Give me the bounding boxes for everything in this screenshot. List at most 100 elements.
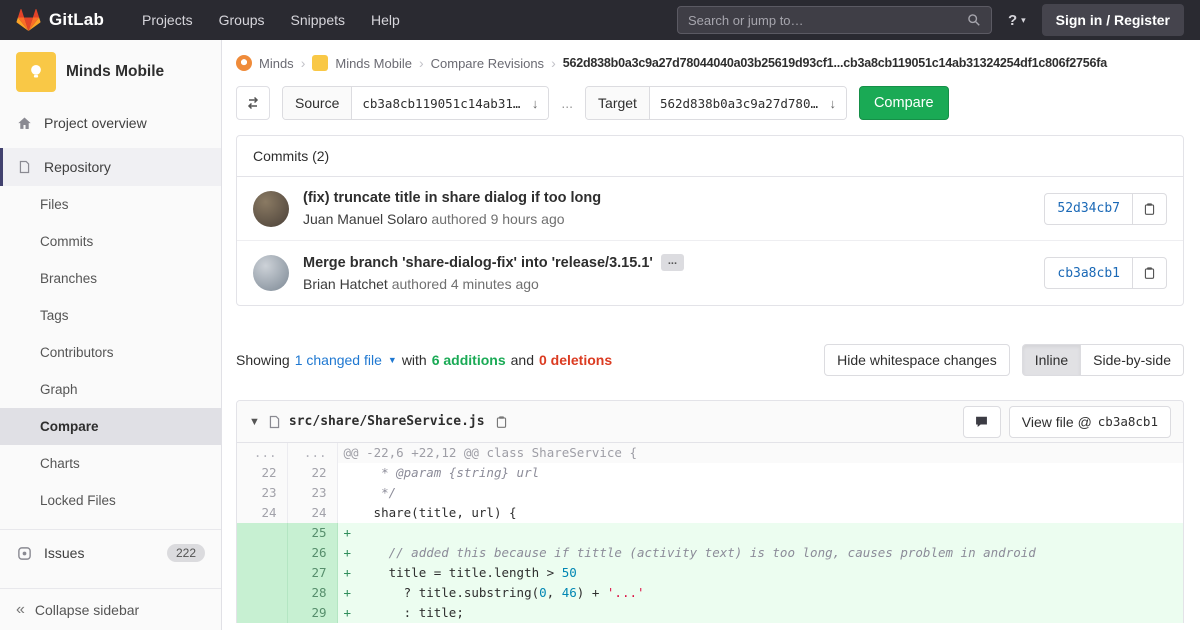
old-line-number[interactable] bbox=[237, 523, 288, 543]
commit-author-link[interactable]: Juan Manuel Solaro bbox=[303, 211, 428, 227]
copy-path-button[interactable] bbox=[493, 413, 510, 431]
sign-in-button[interactable]: Sign in / Register bbox=[1041, 4, 1184, 36]
sidebar-item-issues[interactable]: Issues 222 bbox=[0, 534, 221, 572]
breadcrumb-group-link[interactable]: Minds bbox=[259, 56, 294, 71]
new-line-number[interactable]: 26 bbox=[287, 543, 338, 563]
side-by-side-view-button[interactable]: Side-by-side bbox=[1081, 344, 1184, 376]
navbar-links: Projects Groups Snippets Help bbox=[142, 12, 400, 28]
diff-sign bbox=[344, 483, 359, 503]
sidebar-item-graph[interactable]: Graph bbox=[0, 371, 221, 408]
hide-whitespace-button[interactable]: Hide whitespace changes bbox=[824, 344, 1010, 376]
view-file-label: View file @ bbox=[1021, 413, 1092, 430]
sidebar-item-compare[interactable]: Compare bbox=[0, 408, 221, 445]
sidebar-nav: Project overview Repository Files Commits… bbox=[0, 104, 221, 588]
target-ref-dropdown[interactable]: 562d838b0a3c9a27d780… ↓ bbox=[649, 87, 846, 119]
sidebar-item-tags[interactable]: Tags bbox=[0, 297, 221, 334]
code-segment: 50 bbox=[561, 565, 577, 580]
diff-sign: + bbox=[343, 525, 352, 540]
project-avatar[interactable] bbox=[16, 52, 56, 92]
new-line-number[interactable]: 22 bbox=[287, 463, 338, 483]
project-avatar-small[interactable] bbox=[312, 55, 329, 71]
avatar[interactable] bbox=[253, 255, 289, 291]
range-separator: ... bbox=[561, 95, 574, 111]
gitlab-logo[interactable]: GitLab bbox=[16, 8, 104, 32]
code-segment: title = title.length > bbox=[358, 565, 562, 580]
new-line-number[interactable]: 23 bbox=[287, 483, 338, 503]
diff-file-path[interactable]: src/share/ShareService.js bbox=[289, 414, 485, 429]
sidebar-item-files[interactable]: Files bbox=[0, 186, 221, 223]
old-line-number[interactable] bbox=[237, 603, 288, 623]
diff-sign: + bbox=[343, 605, 352, 620]
sidebar-item-branches[interactable]: Branches bbox=[0, 260, 221, 297]
old-line-number[interactable]: 24 bbox=[237, 503, 288, 523]
repository-sub-list: Files Commits Branches Tags Contributors Grap… bbox=[0, 186, 221, 519]
old-line-number[interactable] bbox=[237, 543, 288, 563]
commit-author-link[interactable]: Brian Hatchet bbox=[303, 276, 388, 292]
copy-sha-button[interactable] bbox=[1133, 257, 1167, 289]
additions-count: 6 additions bbox=[431, 352, 506, 368]
inline-view-button[interactable]: Inline bbox=[1021, 344, 1082, 376]
sidebar-item-contributors[interactable]: Contributors bbox=[0, 334, 221, 371]
nav-item-groups[interactable]: Groups bbox=[219, 12, 265, 28]
nav-item-snippets[interactable]: Snippets bbox=[291, 12, 345, 28]
old-line-number[interactable] bbox=[237, 563, 288, 583]
view-file-button[interactable]: View file @ cb3a8cb1 bbox=[1008, 405, 1171, 438]
compare-form: Source cb3a8cb119051c14ab31… ↓ ... Targe… bbox=[222, 84, 1200, 135]
help-dropdown[interactable]: ? ▾ bbox=[1008, 12, 1026, 29]
new-line-number[interactable]: 29 bbox=[287, 603, 338, 623]
nav-item-help[interactable]: Help bbox=[371, 12, 400, 28]
old-line-number[interactable]: 22 bbox=[237, 463, 288, 483]
commit-sha[interactable]: 52d34cb7 bbox=[1044, 192, 1133, 225]
comment-button[interactable] bbox=[962, 405, 1001, 438]
commit-sha[interactable]: cb3a8cb1 bbox=[1044, 257, 1133, 289]
diff-line: 25 + bbox=[237, 523, 1183, 543]
old-line-number[interactable] bbox=[237, 583, 288, 603]
project-name[interactable]: Minds Mobile bbox=[66, 63, 164, 81]
sidebar-item-charts[interactable]: Charts bbox=[0, 445, 221, 482]
old-line-number[interactable]: 23 bbox=[237, 483, 288, 503]
commit-message-expander[interactable]: ... bbox=[660, 254, 684, 271]
new-line-number[interactable]: 24 bbox=[287, 503, 338, 523]
new-line-number[interactable]: 28 bbox=[287, 583, 338, 603]
source-ref-dropdown[interactable]: cb3a8cb119051c14ab31… ↓ bbox=[352, 87, 549, 119]
home-icon bbox=[16, 116, 32, 131]
sidebar-item-locked-files[interactable]: Locked Files bbox=[0, 482, 221, 519]
deletions-count: 0 deletions bbox=[538, 352, 613, 368]
nav-item-projects[interactable]: Projects bbox=[142, 12, 193, 28]
diff-view-toggle: Inline Side-by-side bbox=[1021, 344, 1184, 376]
code-cell: @@ -22,6 +22,12 @@ class ShareService { bbox=[337, 443, 1183, 463]
top-navbar: GitLab Projects Groups Snippets Help ? ▾… bbox=[0, 0, 1200, 40]
collapse-diff-caret[interactable]: ▼ bbox=[249, 416, 260, 428]
old-line-number[interactable]: ... bbox=[237, 443, 288, 463]
new-line-number[interactable]: 27 bbox=[287, 563, 338, 583]
commit-title-link[interactable]: (fix) truncate title in share dialog if … bbox=[303, 190, 601, 206]
breadcrumb-project-link[interactable]: Minds Mobile bbox=[335, 56, 412, 71]
commit-row: (fix) truncate title in share dialog if … bbox=[237, 177, 1183, 240]
new-line-number[interactable]: 25 bbox=[287, 523, 338, 543]
changed-files-dropdown[interactable]: 1 changed file bbox=[295, 352, 382, 368]
code-segment: : title; bbox=[358, 605, 464, 620]
breadcrumb-section-link[interactable]: Compare Revisions bbox=[431, 56, 544, 71]
sidebar-item-commits[interactable]: Commits bbox=[0, 223, 221, 260]
sidebar-item-repository[interactable]: Repository bbox=[0, 148, 221, 186]
sidebar-item-project-overview[interactable]: Project overview bbox=[0, 104, 221, 142]
new-line-number[interactable]: ... bbox=[287, 443, 338, 463]
diff-sign: + bbox=[343, 565, 352, 580]
code-segment: * @param {string} url bbox=[358, 465, 540, 480]
comment-bubble-icon bbox=[974, 415, 989, 429]
swap-revisions-button[interactable] bbox=[236, 86, 270, 120]
collapse-sidebar-button[interactable]: « Collapse sidebar bbox=[0, 588, 221, 630]
clipboard-icon bbox=[1143, 266, 1156, 280]
group-avatar[interactable] bbox=[236, 55, 252, 71]
file-icon bbox=[268, 415, 281, 429]
search-input[interactable] bbox=[687, 12, 967, 28]
code-segment: ) + bbox=[576, 585, 607, 600]
commit-row: Merge branch 'share-dialog-fix' into 're… bbox=[237, 240, 1183, 305]
commit-title-link[interactable]: Merge branch 'share-dialog-fix' into 're… bbox=[303, 255, 653, 271]
search-box bbox=[676, 6, 992, 34]
code-cell: */ bbox=[337, 483, 1183, 503]
copy-sha-button[interactable] bbox=[1133, 192, 1167, 225]
avatar[interactable] bbox=[253, 190, 289, 227]
compare-button[interactable]: Compare bbox=[858, 86, 949, 120]
search-icon[interactable] bbox=[967, 13, 981, 27]
